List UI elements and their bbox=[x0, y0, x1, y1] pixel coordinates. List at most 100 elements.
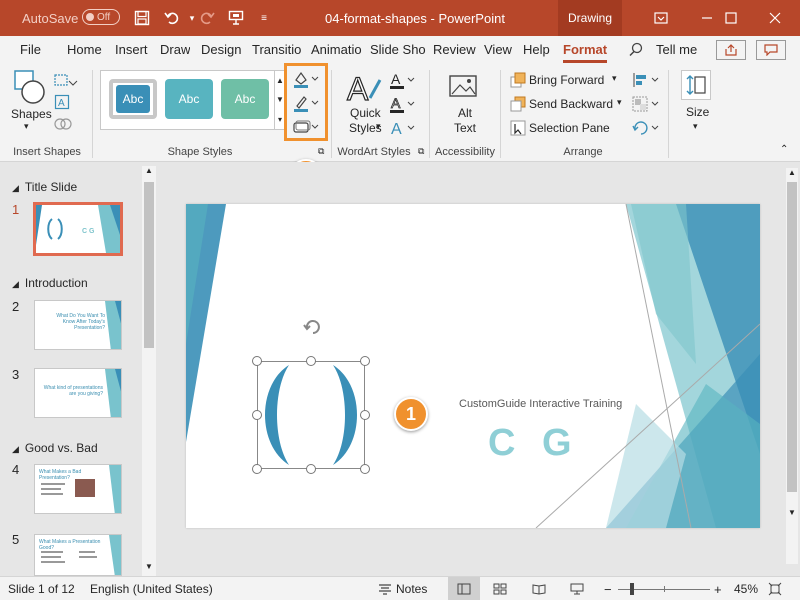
scroll-down-icon[interactable]: ▼ bbox=[143, 562, 155, 574]
save-icon[interactable] bbox=[130, 0, 154, 36]
size-icon[interactable] bbox=[681, 70, 711, 100]
bring-forward-button[interactable]: Bring Forward bbox=[529, 73, 604, 87]
size-button[interactable]: Size bbox=[686, 105, 709, 119]
scroll-up-icon[interactable]: ▲ bbox=[143, 166, 155, 178]
gallery-down-icon[interactable]: ▼ bbox=[276, 95, 284, 104]
align-icon[interactable] bbox=[632, 72, 660, 91]
thumbnail-scrollbar[interactable]: ▲ ▼ bbox=[142, 166, 156, 576]
text-effects-icon[interactable]: A bbox=[388, 118, 416, 141]
shape-style-thumb-3[interactable]: Abc bbox=[221, 79, 269, 119]
tab-insert[interactable]: Insert bbox=[115, 36, 148, 64]
slide-logo[interactable]: C G bbox=[488, 422, 580, 465]
group-objects-icon[interactable] bbox=[632, 96, 660, 115]
collapse-ribbon-icon[interactable]: ⌃ bbox=[780, 144, 788, 155]
resize-handle-bottom[interactable] bbox=[306, 464, 316, 474]
edit-shape-icon[interactable] bbox=[54, 72, 80, 91]
redo-icon[interactable] bbox=[195, 0, 219, 36]
selection-pane-button[interactable]: Selection Pane bbox=[529, 121, 610, 135]
resize-handle-left[interactable] bbox=[252, 410, 262, 420]
resize-handle-right[interactable] bbox=[360, 410, 370, 420]
alt-text-icon[interactable] bbox=[448, 72, 480, 103]
reading-view-icon[interactable] bbox=[532, 577, 546, 600]
slide-subtitle[interactable]: CustomGuide Interactive Training bbox=[459, 398, 622, 410]
zoom-slider[interactable] bbox=[618, 577, 710, 600]
shape-style-thumb-1[interactable]: Abc bbox=[109, 79, 157, 119]
share-icon[interactable] bbox=[716, 40, 746, 60]
section-title-slide[interactable]: ◢ Title Slide bbox=[12, 180, 77, 194]
slide[interactable]: CustomGuide Interactive Training C G bbox=[186, 204, 760, 528]
tab-format[interactable]: Format bbox=[563, 36, 608, 64]
resize-handle-bottom-right[interactable] bbox=[360, 464, 370, 474]
zoom-slider-thumb[interactable] bbox=[630, 582, 634, 595]
tab-review[interactable]: Review bbox=[433, 36, 476, 64]
shape-style-thumb-2[interactable]: Abc bbox=[165, 79, 213, 119]
notes-button[interactable]: Notes bbox=[396, 577, 427, 600]
tab-animations[interactable]: Animatio bbox=[311, 36, 364, 64]
tell-me-search[interactable]: Tell me bbox=[656, 36, 697, 64]
shapes-dropdown-icon[interactable]: ▾ bbox=[24, 121, 29, 132]
language-indicator[interactable]: English (United States) bbox=[90, 577, 213, 600]
resize-handle-top-left[interactable] bbox=[252, 356, 262, 366]
slide-thumb-2[interactable]: What Do You Want To Know After Today's P… bbox=[34, 300, 122, 350]
resize-handle-bottom-left[interactable] bbox=[252, 464, 262, 474]
quick-styles-dropdown-icon[interactable]: ▾ bbox=[376, 121, 381, 132]
zoom-level[interactable]: 45% bbox=[734, 577, 758, 600]
comments-icon[interactable] bbox=[756, 40, 786, 60]
selection-pane-icon[interactable] bbox=[510, 120, 526, 139]
tab-home[interactable]: Home bbox=[67, 36, 102, 64]
maximize-icon[interactable] bbox=[708, 0, 754, 36]
zoom-in-icon[interactable]: + bbox=[714, 577, 722, 600]
notes-icon[interactable] bbox=[378, 577, 392, 600]
collapse-icon[interactable]: ◢ bbox=[12, 183, 19, 193]
wordart-launcher-icon[interactable]: ⧉ bbox=[418, 146, 424, 157]
fit-slide-icon[interactable] bbox=[768, 577, 782, 600]
collapse-icon[interactable]: ◢ bbox=[12, 444, 19, 454]
slideshow-icon[interactable] bbox=[570, 577, 584, 600]
shape-styles-launcher-icon[interactable]: ⧉ bbox=[318, 146, 324, 157]
canvas-scroll-up-icon[interactable]: ▲ bbox=[786, 168, 798, 177]
send-backward-dropdown-icon[interactable]: ▾ bbox=[617, 97, 622, 108]
shapes-button[interactable]: Shapes bbox=[11, 107, 52, 121]
text-fill-icon[interactable]: A bbox=[388, 70, 416, 93]
text-box-icon[interactable]: A bbox=[54, 94, 70, 113]
tab-slide-show[interactable]: Slide Sho bbox=[370, 36, 427, 64]
tab-design[interactable]: Design bbox=[201, 36, 241, 64]
normal-view-icon[interactable] bbox=[448, 577, 480, 600]
gallery-up-icon[interactable]: ▲ bbox=[276, 76, 284, 85]
slide-thumb-5[interactable]: What Makes a Presentation Good? bbox=[34, 534, 122, 576]
shape-styles-gallery[interactable]: Abc Abc Abc bbox=[100, 70, 276, 130]
tab-view[interactable]: View bbox=[484, 36, 512, 64]
section-introduction[interactable]: ◢ Introduction bbox=[12, 276, 88, 290]
zoom-out-icon[interactable]: − bbox=[604, 577, 612, 600]
slide-sorter-icon[interactable] bbox=[493, 577, 507, 600]
text-outline-icon[interactable]: A bbox=[388, 94, 416, 117]
section-good-vs-bad[interactable]: ◢ Good vs. Bad bbox=[12, 441, 98, 455]
tab-help[interactable]: Help bbox=[523, 36, 550, 64]
resize-handle-top-right[interactable] bbox=[360, 356, 370, 366]
rotate-handle-icon[interactable] bbox=[302, 316, 324, 341]
presenter-icon[interactable] bbox=[224, 0, 248, 36]
send-backward-icon[interactable] bbox=[510, 96, 526, 115]
scrollbar-thumb[interactable] bbox=[144, 182, 154, 348]
size-dropdown-icon[interactable]: ▾ bbox=[693, 121, 698, 132]
send-backward-button[interactable]: Send Backward bbox=[529, 97, 613, 111]
resize-handle-top[interactable] bbox=[306, 356, 316, 366]
collapse-icon[interactable]: ◢ bbox=[12, 279, 19, 289]
alt-text-button[interactable]: Alt Text bbox=[454, 106, 476, 136]
slide-thumb-3[interactable]: What kind of presentations are you givin… bbox=[34, 368, 122, 418]
bring-forward-icon[interactable] bbox=[510, 72, 526, 91]
merge-shapes-icon[interactable] bbox=[54, 116, 72, 135]
canvas-scrollbar-thumb[interactable] bbox=[787, 182, 797, 492]
selected-shape[interactable] bbox=[257, 361, 365, 469]
tab-transitions[interactable]: Transitio bbox=[252, 36, 304, 64]
tab-file[interactable]: File bbox=[20, 36, 41, 64]
close-icon[interactable] bbox=[752, 0, 798, 36]
canvas-scroll-down-icon[interactable]: ▼ bbox=[786, 508, 798, 517]
rotate-icon[interactable] bbox=[632, 120, 660, 139]
tab-draw[interactable]: Draw bbox=[160, 36, 190, 64]
customize-qat-icon[interactable]: ≡ bbox=[252, 0, 276, 36]
quick-styles-icon[interactable]: A bbox=[344, 70, 384, 109]
slide-thumb-4[interactable]: What Makes a Bad Presentation? bbox=[34, 464, 122, 514]
slide-thumb-1[interactable]: C G bbox=[33, 202, 123, 256]
ribbon-display-icon[interactable] bbox=[638, 0, 684, 36]
